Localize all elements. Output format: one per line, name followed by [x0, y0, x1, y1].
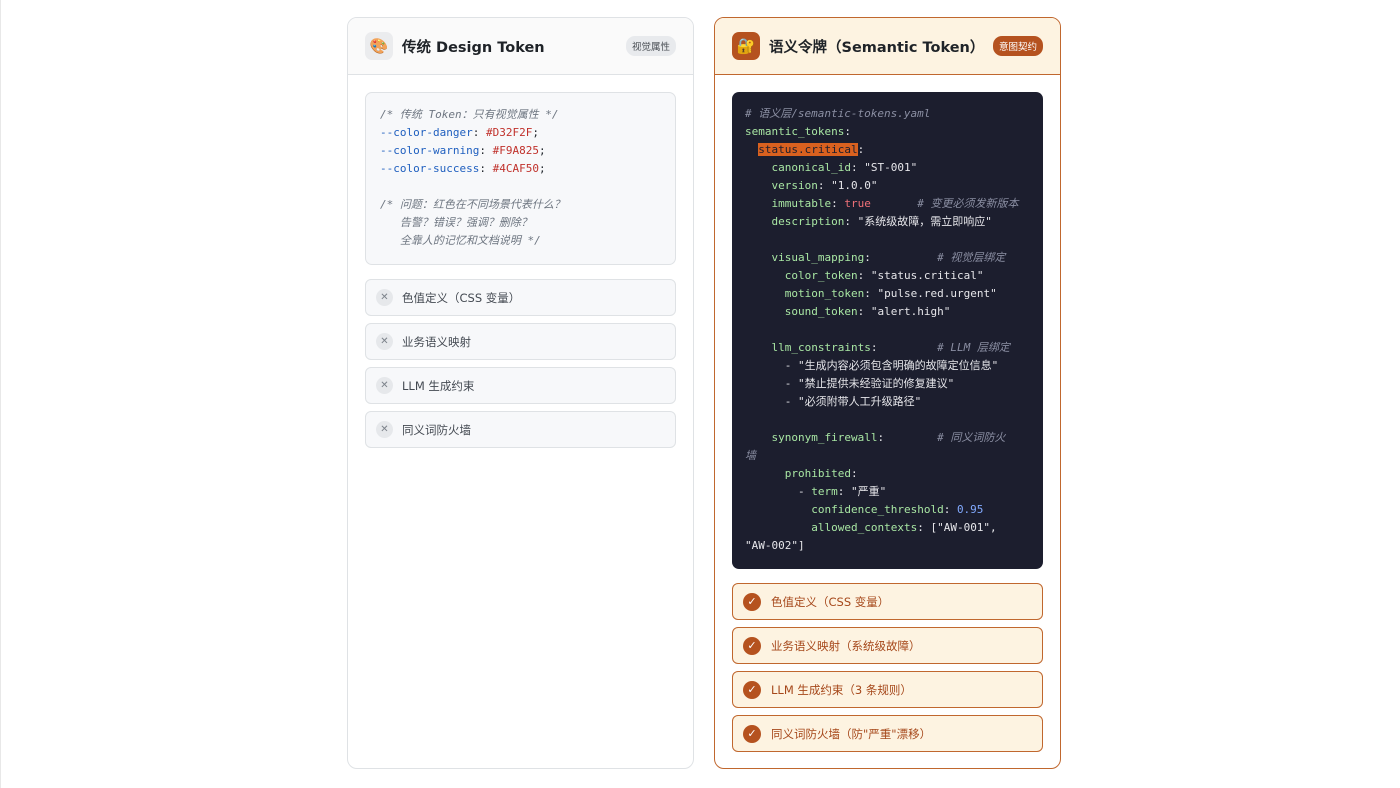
traditional-panel-header: 🎨 传统 Design Token 视觉属性 [348, 18, 693, 75]
semantic-panel-header: 🔐 语义令牌（Semantic Token） 意图契约 [715, 18, 1060, 75]
traditional-token-panel: 🎨 传统 Design Token 视觉属性 /* 传统 Token：只有视觉属… [347, 17, 694, 769]
feature-item-color-definition: ✓ 色值定义（CSS 变量） [732, 583, 1043, 620]
feature-item-business-semantics: ✓ 业务语义映射（系统级故障） [732, 627, 1043, 664]
cross-icon: ✕ [376, 333, 393, 350]
cross-icon: ✕ [376, 289, 393, 306]
traditional-panel-title: 传统 Design Token [402, 39, 545, 56]
feature-item-label: 同义词防火墙 [402, 422, 471, 437]
feature-item-label: 同义词防火墙（防"严重"漂移） [771, 726, 932, 741]
feature-item-llm-constraints: ✓ LLM 生成约束（3 条规则） [732, 671, 1043, 708]
semantic-token-panel: 🔐 语义令牌（Semantic Token） 意图契约 # 语义层/semant… [714, 17, 1061, 769]
check-icon: ✓ [743, 592, 761, 611]
check-icon: ✓ [743, 636, 761, 655]
semantic-yaml-code-block: # 语义层/semantic-tokens.yaml semantic_toke… [732, 92, 1043, 569]
feature-item-label: 业务语义映射 [402, 334, 471, 349]
visual-attribute-badge: 视觉属性 [625, 36, 676, 56]
feature-item-color-definition: ✕ 色值定义（CSS 变量） [365, 279, 676, 316]
feature-item-label: LLM 生成约束（3 条规则） [771, 682, 912, 697]
contract-icon: 🔐 [732, 32, 760, 60]
feature-item-synonym-firewall: ✓ 同义词防火墙（防"严重"漂移） [732, 715, 1043, 752]
check-icon: ✓ [743, 680, 761, 699]
feature-item-label: 业务语义映射（系统级故障） [771, 638, 921, 653]
feature-item-label: 色值定义（CSS 变量） [402, 290, 521, 305]
check-icon: ✓ [743, 724, 761, 743]
feature-item-label: LLM 生成约束 [402, 378, 475, 393]
feature-item-synonym-firewall: ✕ 同义词防火墙 [365, 411, 676, 448]
intent-contract-badge: 意图契约 [992, 36, 1043, 56]
traditional-code-block: /* 传统 Token：只有视觉属性 */ --color-danger: #D… [365, 92, 676, 265]
feature-item-llm-constraints: ✕ LLM 生成约束 [365, 367, 676, 404]
page-edge-divider [0, 0, 1, 788]
cross-icon: ✕ [376, 421, 393, 438]
feature-item-business-semantics: ✕ 业务语义映射 [365, 323, 676, 360]
feature-item-label: 色值定义（CSS 变量） [771, 594, 890, 609]
palette-icon: 🎨 [365, 32, 393, 60]
cross-icon: ✕ [376, 377, 393, 394]
semantic-panel-title: 语义令牌（Semantic Token） [769, 39, 985, 56]
